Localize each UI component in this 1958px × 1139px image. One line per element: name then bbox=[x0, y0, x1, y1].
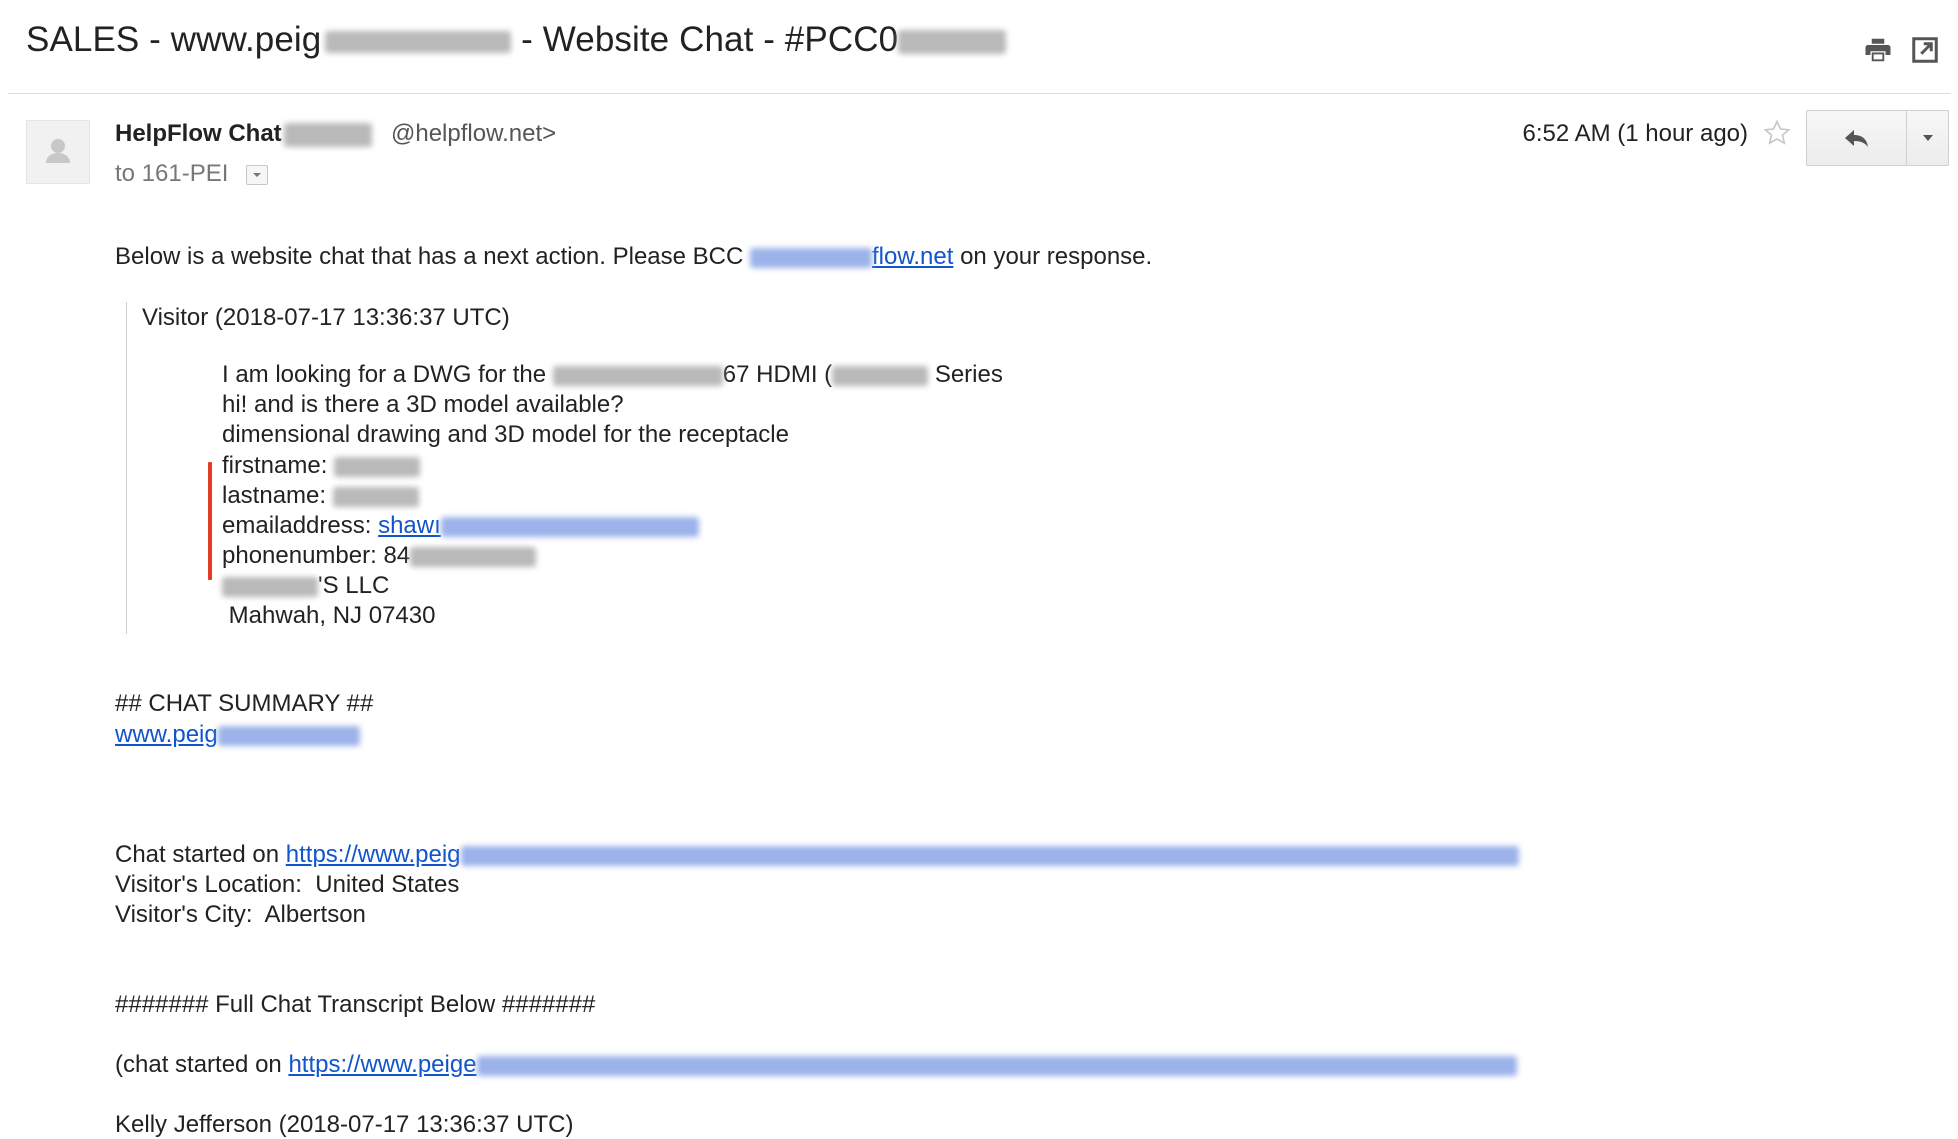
chat-started-label: Chat started on bbox=[115, 841, 286, 868]
star-icon[interactable] bbox=[1762, 118, 1792, 148]
redacted-summary-domain[interactable] bbox=[217, 725, 360, 746]
transcript-started-row: (chat started on https://www.peige bbox=[115, 1051, 1517, 1079]
company-row: 'S LLC bbox=[222, 572, 389, 600]
redacted-chat-url[interactable] bbox=[460, 845, 1519, 866]
avatar bbox=[26, 120, 90, 184]
redacted-ticket-id bbox=[898, 29, 1007, 54]
redacted-sender-email bbox=[283, 122, 372, 147]
intro-line: Below is a website chat that has a next … bbox=[115, 243, 1152, 271]
firstname-row: firstname: bbox=[222, 452, 421, 480]
sender-email: @helpflow.net> bbox=[391, 120, 557, 147]
subject-part-1: SALES - www.peig bbox=[26, 20, 322, 59]
visitor-header: Visitor (2018-07-17 13:36:37 UTC) bbox=[142, 304, 510, 331]
print-icon[interactable] bbox=[1863, 35, 1893, 65]
lastname-row: lastname: bbox=[222, 482, 419, 510]
redacted-bcc-email[interactable] bbox=[750, 247, 873, 268]
visitor-city: Visitor's City: Albertson bbox=[115, 901, 366, 928]
visitor-message-line-3: dimensional drawing and 3D model for the… bbox=[222, 421, 789, 448]
company-suffix: 'S LLC bbox=[318, 572, 390, 599]
visitor-message-line-1: I am looking for a DWG for the 67 HDMI (… bbox=[222, 361, 1003, 389]
redacted-visitor-email[interactable] bbox=[440, 516, 699, 537]
chat-started-row: Chat started on https://www.peig bbox=[115, 841, 1519, 869]
annotation-red-bar bbox=[208, 462, 212, 580]
redacted-series-name bbox=[832, 365, 929, 386]
transcript-heading: ####### Full Chat Transcript Below #####… bbox=[115, 991, 596, 1018]
sender-name-text: HelpFlow Chat bbox=[115, 120, 282, 147]
summary-link-row: www.peig bbox=[115, 721, 360, 749]
chevron-down-icon bbox=[253, 173, 261, 177]
transcript-started-label: (chat started on bbox=[115, 1051, 289, 1078]
intro-text: Below is a website chat that has a next … bbox=[115, 243, 751, 270]
agent-line: Kelly Jefferson (2018-07-17 13:36:37 UTC… bbox=[115, 1111, 574, 1138]
address-row: Mahwah, NJ 07430 bbox=[222, 602, 436, 629]
sender-name[interactable]: HelpFlow Chat bbox=[115, 120, 372, 148]
redacted-subject-domain bbox=[325, 30, 512, 53]
more-options-button[interactable] bbox=[1907, 111, 1948, 165]
redacted-phone bbox=[410, 546, 537, 567]
email-row: emailaddress: shawı bbox=[222, 512, 699, 540]
redacted-product-name bbox=[552, 365, 723, 386]
visitor-location: Visitor's Location: United States bbox=[115, 871, 460, 898]
reply-button[interactable] bbox=[1807, 111, 1907, 165]
line1-text-a: I am looking for a DWG for the bbox=[222, 361, 553, 388]
firstname-label: firstname: bbox=[222, 452, 335, 479]
email-label: emailaddress: bbox=[222, 512, 379, 539]
open-in-new-window-icon[interactable] bbox=[1910, 35, 1940, 65]
redacted-transcript-url[interactable] bbox=[476, 1055, 1517, 1076]
redacted-lastname bbox=[332, 486, 419, 507]
quote-divider bbox=[126, 302, 127, 634]
line1-text-c: Series bbox=[928, 361, 1003, 388]
visitor-email-link[interactable]: shawı bbox=[378, 512, 441, 539]
reply-button-group bbox=[1806, 110, 1949, 166]
email-subject: SALES - www.peig - Website Chat - #PCC0 bbox=[26, 20, 1007, 60]
person-icon bbox=[46, 139, 70, 163]
reply-icon bbox=[1844, 130, 1868, 147]
intro-text-end: on your response. bbox=[953, 243, 1153, 270]
transcript-started-link[interactable]: https://www.peige bbox=[288, 1051, 476, 1078]
lastname-label: lastname: bbox=[222, 482, 333, 509]
subject-part-2: - Website Chat - #PCC0 bbox=[511, 20, 899, 59]
show-details-toggle[interactable] bbox=[246, 165, 268, 185]
phone-row: phonenumber: 84 bbox=[222, 542, 537, 570]
redacted-company bbox=[222, 576, 318, 597]
phone-label: phonenumber: 84 bbox=[222, 542, 411, 569]
summary-site-link[interactable]: www.peig bbox=[115, 721, 218, 748]
chat-started-link[interactable]: https://www.peig bbox=[286, 841, 461, 868]
visitor-message-line-2: hi! and is there a 3D model available? bbox=[222, 391, 624, 418]
redacted-firstname bbox=[334, 456, 421, 477]
chevron-down-icon bbox=[1922, 135, 1933, 141]
chat-summary-heading: ## CHAT SUMMARY ## bbox=[115, 690, 374, 717]
line1-text-b: 67 HDMI ( bbox=[722, 361, 833, 388]
received-time: 6:52 AM (1 hour ago) bbox=[1522, 120, 1748, 147]
recipient-line: to 161-PEI bbox=[115, 160, 229, 187]
bcc-email-link[interactable]: flow.net bbox=[872, 243, 953, 270]
header-divider bbox=[8, 93, 1951, 94]
